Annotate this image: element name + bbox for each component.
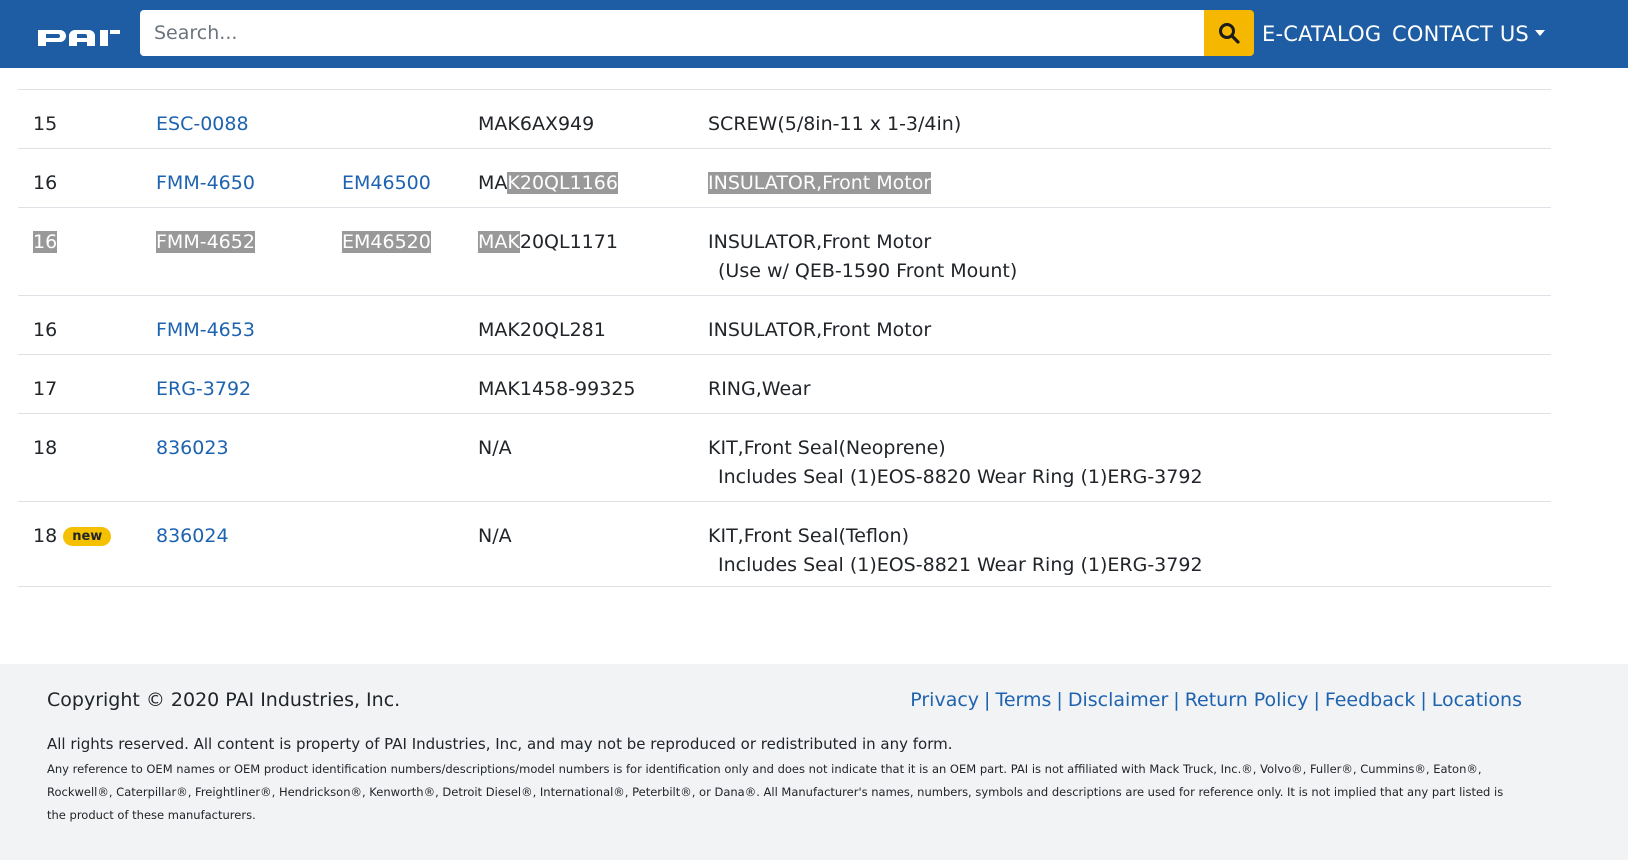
- nav-contact-dropdown[interactable]: CONTACT US: [1392, 18, 1545, 50]
- search-icon: [1219, 23, 1240, 44]
- oem-number: MAK20QL1166: [478, 169, 618, 198]
- oem-number: N/A: [478, 525, 512, 547]
- footer-link-privacy[interactable]: Privacy: [910, 689, 979, 711]
- part-number-link[interactable]: FMM-4653: [156, 316, 255, 345]
- alt-part-link[interactable]: EM46520: [342, 228, 431, 257]
- footer-links: Privacy | Terms | Disclaimer | Return Policy | F…: [910, 688, 1522, 712]
- part-description: KIT,Front Seal(Neoprene) Includes Seal (…: [708, 434, 1203, 492]
- table-bottom-border: [18, 586, 1551, 587]
- oem-number-selection: K20QL1166: [507, 172, 618, 194]
- item-number: 18 new: [33, 522, 112, 551]
- part-number-link[interactable]: 836023: [156, 434, 229, 463]
- part-number-link[interactable]: ESC-0088: [156, 110, 249, 139]
- footer-link-locations[interactable]: Locations: [1432, 689, 1522, 711]
- oem-disclaimer-text: Any reference to OEM names or OEM produc…: [47, 762, 1504, 822]
- part-description: SCREW(5/8in-11 x 1-3/4in): [708, 113, 962, 135]
- item-number: 16: [33, 172, 58, 194]
- nav-ecatalog-link[interactable]: E-CATALOG: [1262, 18, 1381, 50]
- description-line: KIT,Front Seal(Teflon): [708, 525, 910, 547]
- description-note: Includes Seal (1)EOS-8820 Wear Ring (1)E…: [718, 466, 1203, 488]
- oem-number: N/A: [478, 437, 512, 459]
- rights-text: All rights reserved. All content is prop…: [47, 735, 953, 753]
- table-row: 18 new 836024 N/A KIT,Front Seal(Teflon) …: [18, 501, 1551, 589]
- item-number: 17: [33, 378, 58, 400]
- link-separator: |: [1173, 689, 1180, 711]
- table-row: 18 836023 N/A KIT,Front Seal(Neoprene) I…: [18, 413, 1551, 501]
- part-number-selection: FMM-4652: [156, 231, 255, 253]
- link-separator: |: [1056, 689, 1063, 711]
- copyright-text: Copyright © 2020 PAI Industries, Inc.: [47, 689, 401, 711]
- description-selection: INSULATOR,Front Motor: [708, 172, 932, 194]
- part-description: INSULATOR,Front Motor: [708, 319, 932, 341]
- part-number-link[interactable]: FMM-4650: [156, 169, 255, 198]
- part-number-link[interactable]: 836024: [156, 522, 229, 551]
- alt-part-link[interactable]: EM46500: [342, 169, 431, 198]
- alt-part-selection: EM46520: [342, 231, 431, 253]
- link-separator: |: [1313, 689, 1320, 711]
- table-row: 16 FMM-4650 EM46500 MAK20QL1166 INSULATO…: [18, 148, 1551, 207]
- link-separator: |: [1420, 689, 1427, 711]
- oem-number-text: 20QL1171: [519, 231, 618, 253]
- oem-number-text: MA: [478, 172, 508, 194]
- footer-link-feedback[interactable]: Feedback: [1325, 689, 1415, 711]
- item-number-text: 18: [33, 525, 58, 547]
- table-row: 16 FMM-4653 MAK20QL281 INSULATOR,Front M…: [18, 295, 1551, 354]
- part-description: KIT,Front Seal(Teflon) Includes Seal (1)…: [708, 522, 1203, 580]
- description-line: INSULATOR,Front Motor: [708, 231, 932, 253]
- description-line: KIT,Front Seal(Neoprene): [708, 437, 946, 459]
- description-note: Includes Seal (1)EOS-8821 Wear Ring (1)E…: [718, 554, 1203, 576]
- oem-number: MAK20QL281: [478, 319, 606, 341]
- top-navbar: E-CATALOG CONTACT US: [0, 0, 1628, 68]
- oem-number: MAK20QL1171: [478, 228, 618, 257]
- part-description: INSULATOR,Front Motor: [708, 169, 932, 198]
- search-input[interactable]: [140, 10, 1204, 56]
- part-description: RING,Wear: [708, 378, 811, 400]
- footer-link-disclaimer[interactable]: Disclaimer: [1068, 689, 1168, 711]
- link-separator: |: [984, 689, 991, 711]
- table-row: 17 ERG-3792 MAK1458-99325 RING,Wear: [18, 354, 1551, 413]
- part-number-link[interactable]: ERG-3792: [156, 375, 251, 404]
- part-description: INSULATOR,Front Motor (Use w/ QEB-1590 F…: [708, 228, 1017, 286]
- footer-link-return-policy[interactable]: Return Policy: [1185, 689, 1309, 711]
- table-row: 15 ESC-0088 MAK6AX949 SCREW(5/8in-11 x 1…: [18, 89, 1551, 148]
- description-note: (Use w/ QEB-1590 Front Mount): [718, 260, 1018, 282]
- oem-number-selection: MAK: [478, 231, 520, 253]
- oem-number: MAK6AX949: [478, 113, 595, 135]
- footer-link-terms[interactable]: Terms: [995, 689, 1051, 711]
- item-number: 16: [33, 319, 58, 341]
- chevron-down-icon: [1534, 30, 1545, 36]
- nav-contact-label: CONTACT US: [1392, 22, 1529, 46]
- page-footer: Copyright © 2020 PAI Industries, Inc. Pr…: [0, 664, 1628, 860]
- new-badge: new: [63, 527, 112, 546]
- search-button[interactable]: [1204, 10, 1254, 56]
- oem-number: MAK1458-99325: [478, 378, 636, 400]
- item-number: 15: [33, 113, 58, 135]
- pai-logo[interactable]: [38, 24, 120, 48]
- table-row: 16 FMM-4652 EM46520 MAK20QL1171 INSULATO…: [18, 207, 1551, 295]
- item-number-selection: 16: [33, 231, 58, 253]
- item-number: 18: [33, 437, 58, 459]
- item-number: 16: [33, 228, 58, 257]
- part-number-link[interactable]: FMM-4652: [156, 228, 255, 257]
